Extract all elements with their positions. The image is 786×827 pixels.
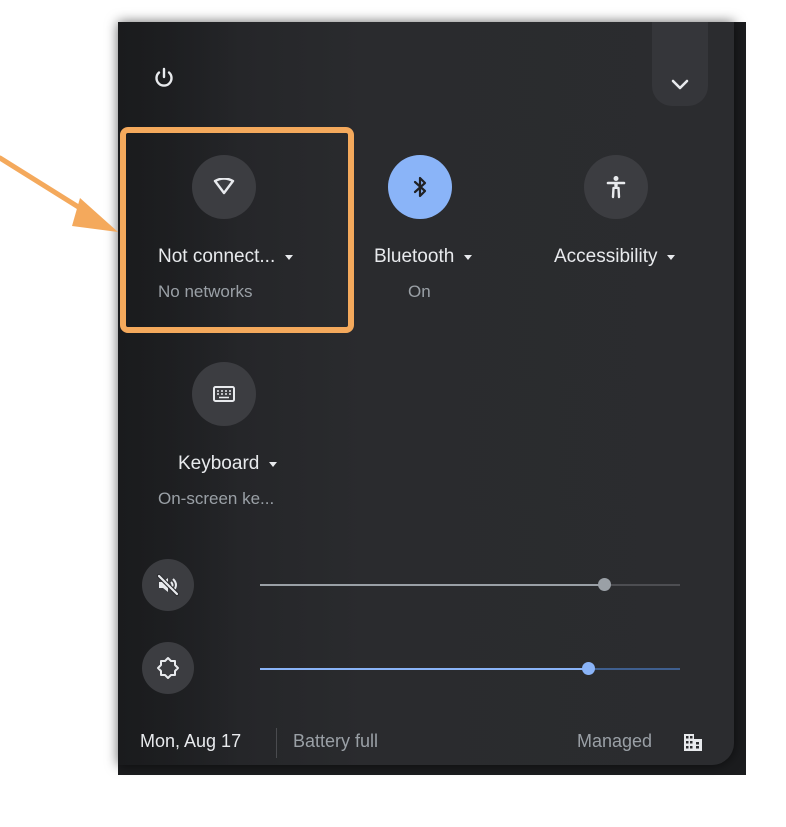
brightness-button[interactable]: [142, 642, 194, 694]
volume-track-remaining: [604, 584, 680, 586]
accessibility-label: Accessibility: [554, 246, 658, 267]
power-button[interactable]: [138, 52, 190, 104]
building-icon[interactable]: [683, 732, 703, 752]
accessibility-toggle[interactable]: [584, 155, 648, 219]
keyboard-label: Keyboard: [178, 453, 260, 474]
volume-slider-thumb[interactable]: [598, 578, 611, 591]
keyboard-icon: [213, 386, 235, 402]
highlight-box: [120, 127, 354, 333]
volume-mute-button[interactable]: [142, 559, 194, 611]
caret-down-icon: [464, 254, 473, 260]
accessibility-label-row[interactable]: Accessibility: [554, 246, 676, 268]
brightness-slider-thumb[interactable]: [582, 662, 595, 675]
bluetooth-toggle[interactable]: [388, 155, 452, 219]
footer-divider: [276, 728, 277, 758]
accessibility-icon: [606, 176, 626, 199]
keyboard-sublabel: On-screen ke...: [158, 489, 275, 508]
bluetooth-label-row[interactable]: Bluetooth: [374, 246, 473, 268]
volume-muted-icon: [156, 573, 180, 597]
brightness-track-remaining: [588, 668, 680, 670]
date-label[interactable]: Mon, Aug 17: [140, 731, 241, 752]
keyboard-toggle[interactable]: [192, 362, 256, 426]
annotation-arrow: [0, 155, 118, 232]
bluetooth-icon: [413, 176, 427, 198]
caret-down-icon: [667, 254, 676, 260]
keyboard-label-row[interactable]: Keyboard: [178, 453, 278, 475]
collapse-button[interactable]: [652, 22, 708, 106]
managed-label[interactable]: Managed: [577, 731, 652, 752]
bluetooth-label: Bluetooth: [374, 246, 455, 267]
battery-status[interactable]: Battery full: [293, 731, 378, 752]
caret-down-icon: [269, 461, 278, 467]
chevron-down-icon: [671, 79, 689, 90]
brightness-icon: [157, 657, 179, 679]
volume-track-filled: [260, 584, 604, 586]
brightness-track-filled: [260, 668, 588, 670]
bluetooth-sublabel: On: [408, 282, 431, 301]
power-icon: [155, 67, 173, 87]
